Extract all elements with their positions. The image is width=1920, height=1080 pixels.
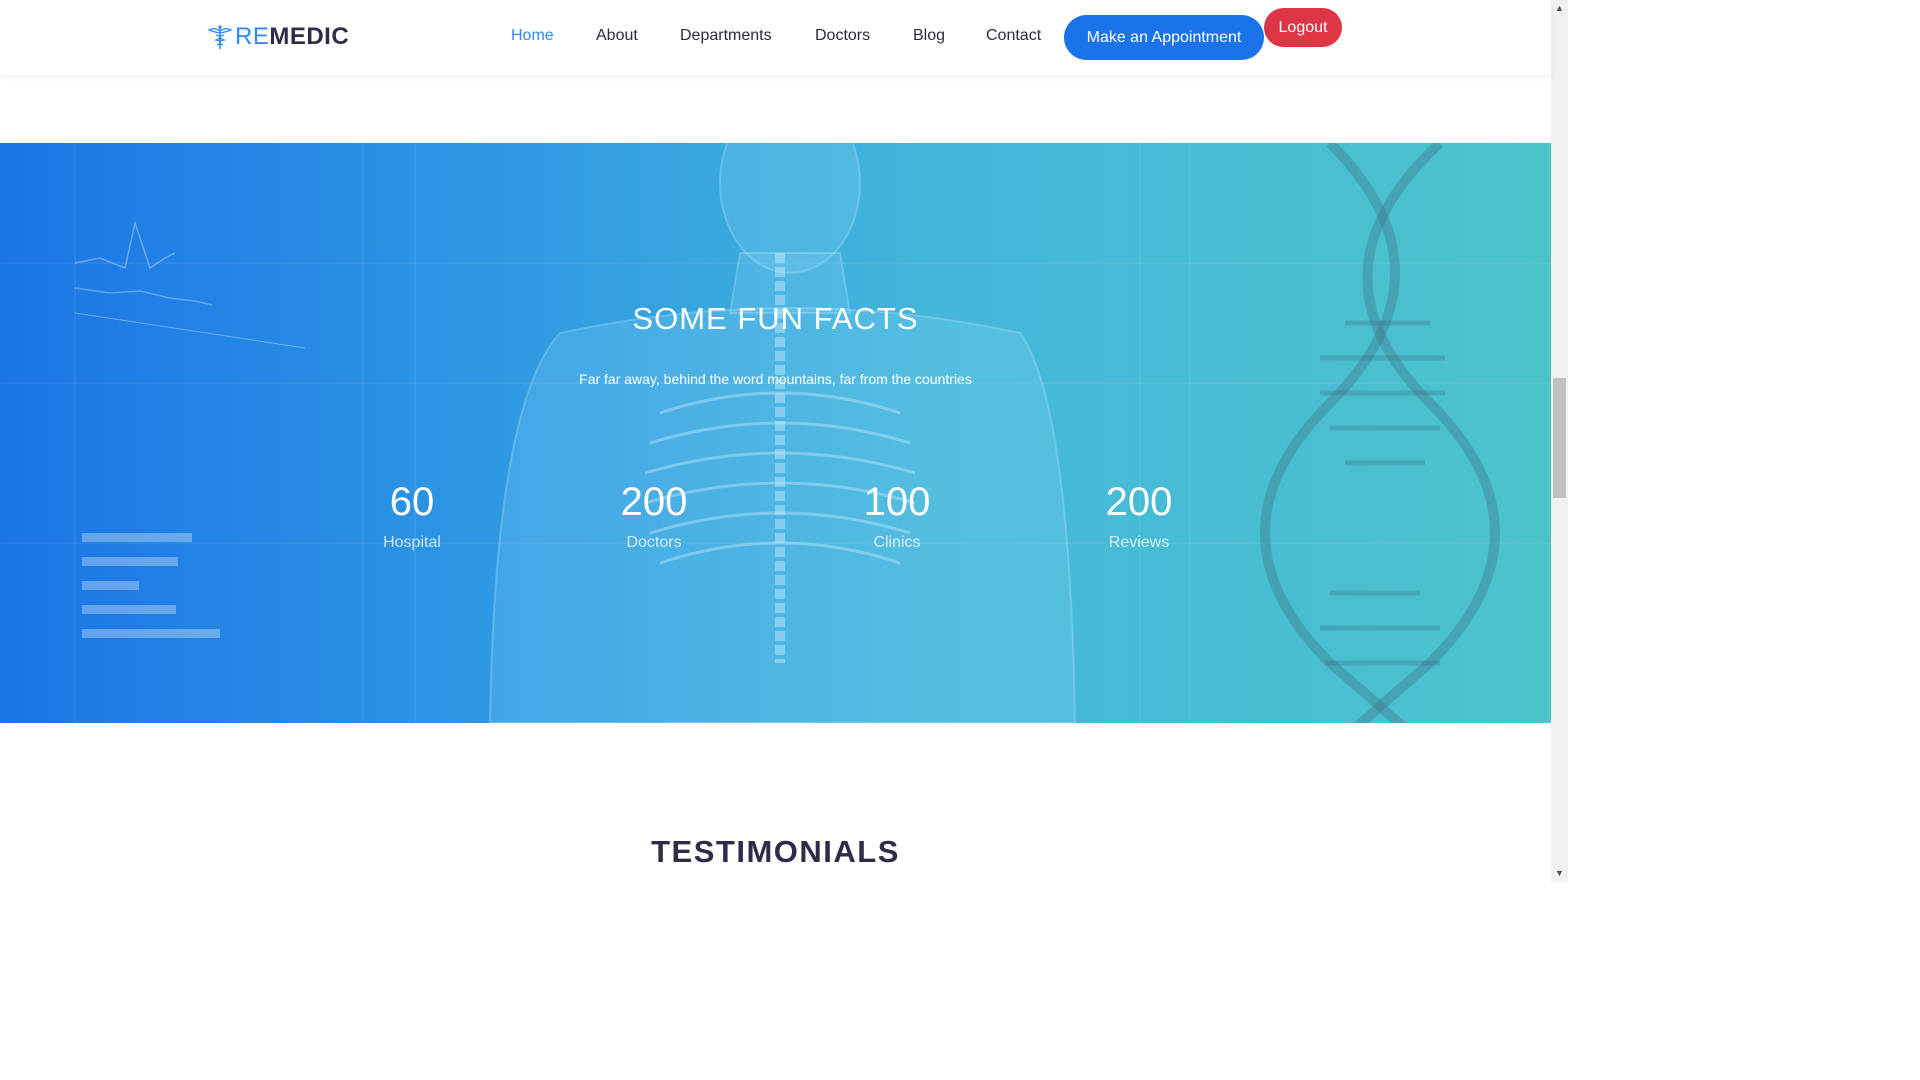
stat-label: Doctors	[626, 534, 682, 551]
scrollbar[interactable]: ▲ ▼	[1551, 0, 1568, 882]
triangle-up-icon[interactable]: ▲	[1551, 0, 1568, 17]
triangle-down-icon[interactable]: ▼	[1551, 865, 1568, 882]
logo[interactable]: RE MEDIC	[207, 22, 349, 52]
site-header: RE MEDIC Home About Departments Doctors B…	[0, 0, 1551, 75]
stat-label: Reviews	[1108, 534, 1170, 551]
stat-value: 100	[863, 480, 931, 524]
fun-facts-subtitle: Far far away, behind the word mountains,…	[579, 371, 972, 387]
stat-value: 200	[620, 480, 688, 524]
fun-facts-title: SOME FUN FACTS	[632, 301, 919, 336]
stat-clinics: 100 Clinics	[797, 478, 997, 552]
stat-value: 60	[389, 480, 435, 524]
caduceus-icon	[207, 25, 233, 49]
fun-facts-section: SOME FUN FACTS Far far away, behind the …	[0, 143, 1551, 723]
nav-blog[interactable]: Blog	[913, 27, 945, 45]
stat-doctors: 200 Doctors	[554, 478, 754, 552]
medical-background-image	[0, 143, 1551, 723]
stat-reviews: 200 Reviews	[1039, 478, 1239, 552]
logout-button[interactable]: Logout	[1264, 8, 1342, 47]
nav-contact[interactable]: Contact	[986, 27, 1041, 45]
scrollbar-thumb[interactable]	[1553, 378, 1566, 498]
stat-hospital: 60 Hospital	[312, 478, 512, 552]
page: RE MEDIC Home About Departments Doctors B…	[0, 0, 1568, 882]
stat-label: Clinics	[873, 534, 921, 551]
logo-text-suffix: MEDIC	[269, 23, 350, 50]
make-appointment-button[interactable]: Make an Appointment	[1064, 15, 1264, 60]
nav-home[interactable]: Home	[511, 27, 554, 45]
stat-value: 200	[1105, 480, 1173, 524]
nav-about[interactable]: About	[596, 27, 638, 45]
logo-text-prefix: RE	[235, 23, 270, 50]
stat-label: Hospital	[383, 534, 441, 551]
testimonials-title: TESTIMONIALS	[651, 834, 900, 869]
nav-doctors[interactable]: Doctors	[815, 27, 870, 45]
nav-departments[interactable]: Departments	[680, 27, 772, 45]
